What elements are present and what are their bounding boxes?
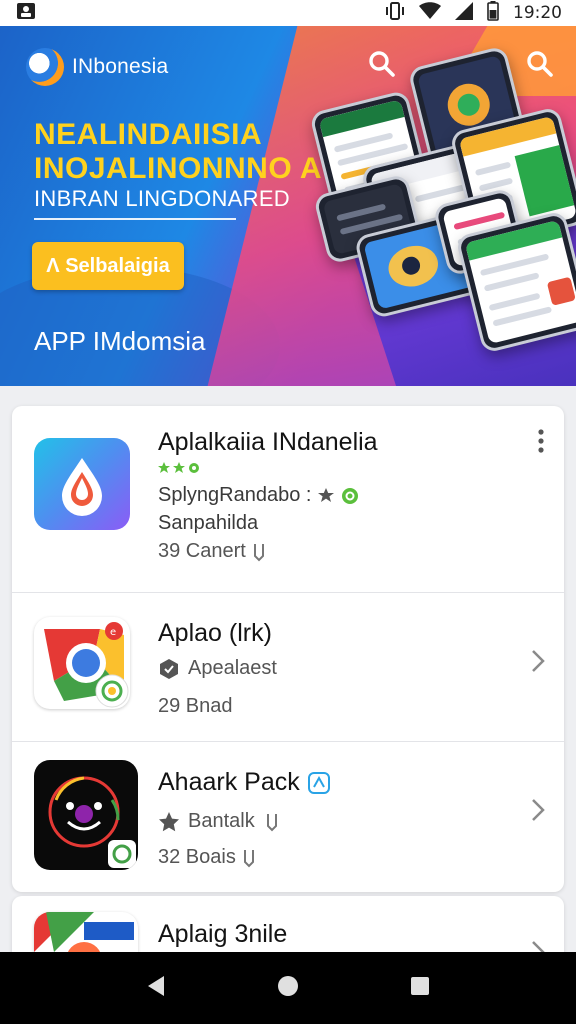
app-icon-droplet-icon <box>34 438 130 530</box>
notification-icon <box>16 2 36 25</box>
verified-badge-icon <box>307 771 330 794</box>
rating-stars <box>158 462 200 474</box>
verified-icon <box>342 487 359 504</box>
svg-text:e: e <box>110 627 116 638</box>
app-developer: SplyngRandabo : <box>158 484 359 507</box>
app-meta: 29 Bnad <box>158 695 233 717</box>
badge-icon <box>160 658 178 679</box>
list-item[interactable]: e Aplao (lrk) Apealaest 29 Bnad <box>12 593 564 741</box>
brand: INbonesia <box>26 48 168 86</box>
app-title-row: Ahaark Pack <box>158 768 330 797</box>
app-title: Aplaig 3nile <box>158 920 288 948</box>
hero-footer-text: APP IMdomsia <box>34 326 206 356</box>
badge-icon <box>318 487 335 502</box>
hero-banner[interactable]: INbonesia NEALINDAIISIA INOJALINONNNO A … <box>0 26 576 386</box>
app-title: Aplao (lrk) <box>158 619 272 647</box>
star-icon <box>159 811 179 831</box>
hero-divider <box>34 218 236 220</box>
hero-cta-button[interactable]: Ʌ Selbalaigia <box>32 242 184 290</box>
brand-name: INbonesia <box>72 55 169 78</box>
navigation-bar <box>0 952 576 1024</box>
list-item[interactable]: Ahaark Pack Bantalk 32 Boais <box>12 742 564 892</box>
app-icon-chrome-icon: e <box>34 617 130 709</box>
clock: 19:20 <box>513 3 562 23</box>
recents-icon[interactable] <box>410 976 430 1001</box>
app-category: Sanpahilda <box>158 512 259 534</box>
battery-icon <box>487 0 499 26</box>
wifi-icon <box>419 1 441 25</box>
app-title: Ahaark Pack <box>158 768 300 796</box>
chevron-right-icon[interactable] <box>530 798 546 822</box>
brand-logo-icon <box>26 48 64 86</box>
app-icon-face-icon <box>34 760 138 870</box>
status-bar: 19:20 <box>0 0 576 26</box>
hero-subheadline: INBRAN LINGDONARED <box>34 186 290 211</box>
home-icon[interactable] <box>277 975 299 1002</box>
app-title: Aplalkaiia INdanelia <box>158 428 378 456</box>
app-developer: Apealaest <box>158 657 277 680</box>
vibrate-icon <box>385 1 405 26</box>
app-meta: 32 Boais <box>158 846 258 869</box>
hero-headline: NEALINDAIISIA INOJALINONNNO A <box>34 118 323 185</box>
search-icon[interactable] <box>368 50 396 78</box>
download-icon <box>253 543 264 561</box>
download-icon <box>243 849 254 867</box>
search-button[interactable] <box>526 50 554 78</box>
app-developer: Bantalk <box>158 810 281 833</box>
chevron-right-icon[interactable] <box>530 649 546 673</box>
list-item[interactable]: Aplalkaiia INdanelia SplyngRandabo : San… <box>12 406 564 592</box>
app-list: Aplalkaiia INdanelia SplyngRandabo : San… <box>12 406 564 892</box>
app-meta: 39 Canert <box>158 540 268 563</box>
back-icon[interactable] <box>146 975 166 1002</box>
signal-icon <box>455 1 473 25</box>
download-icon <box>266 813 277 831</box>
more-options-icon[interactable] <box>538 428 544 454</box>
